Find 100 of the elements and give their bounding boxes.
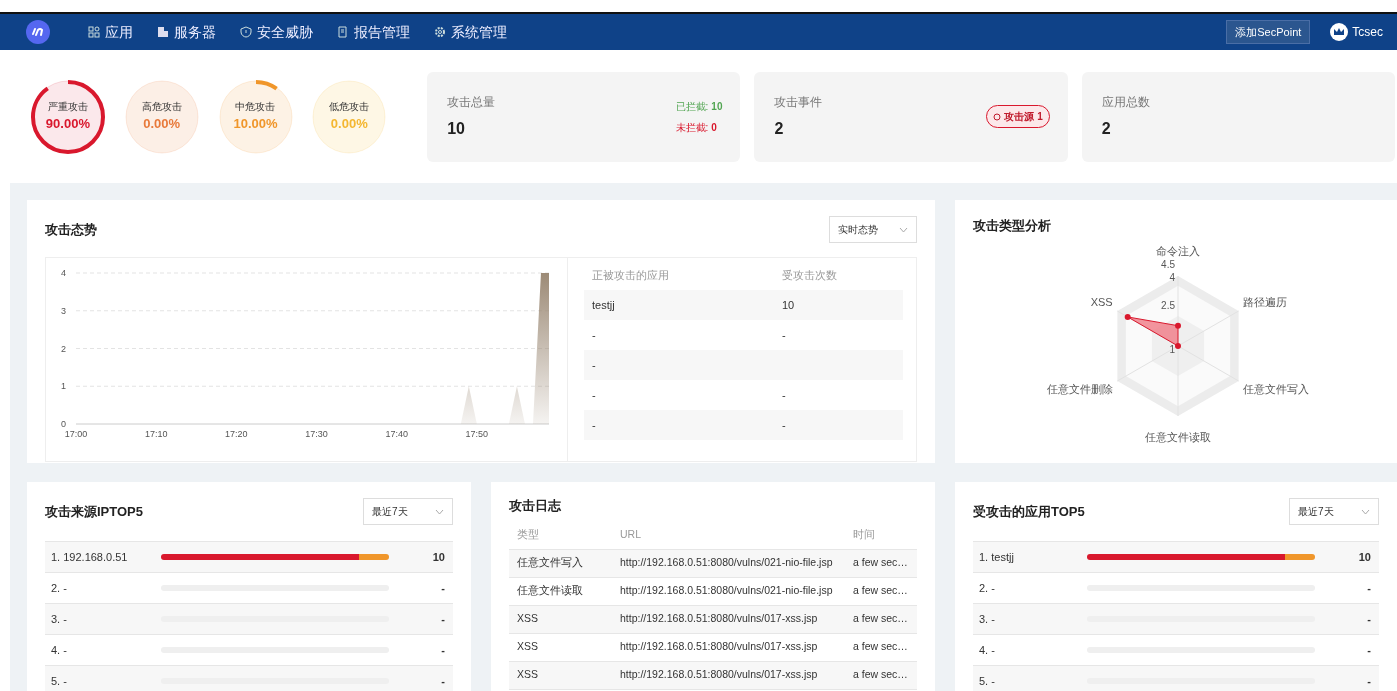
table-cell-text: - (591, 417, 597, 433)
chevron-down-icon (899, 226, 908, 233)
dropdown-value: 最近7天 (372, 505, 408, 519)
table-cell: XSS (509, 605, 612, 634)
severity-percent: 90.00% (45, 115, 90, 134)
count-label: 未拦截: (675, 120, 709, 135)
severity-percent: 0.00% (143, 115, 181, 134)
add-button[interactable]: 添加SecPoint (1226, 19, 1311, 45)
table-cell: a few sec… (845, 633, 917, 662)
column-header: 受攻击次数 (781, 267, 838, 283)
table-cell-text: - (781, 387, 787, 403)
rank-label: 4. - (50, 642, 67, 658)
axis-label: 路径遍历 (1243, 295, 1288, 307)
panel-title: 受攻击的应用TOP5 (973, 502, 1085, 521)
building-icon (157, 26, 169, 38)
x-tick-label: 17:40 (385, 429, 408, 439)
severity-label: 中危攻击 (235, 100, 276, 115)
table-cell-text: - (591, 387, 597, 403)
range-dropdown[interactable]: 最近7天 (1289, 498, 1379, 525)
y-tick-label: 1 (61, 381, 66, 392)
nav-link[interactable]: 服务器 (157, 21, 216, 43)
table-cell: a few sec… (845, 577, 917, 606)
panel-title: 攻击来源IPTOP5 (45, 502, 143, 521)
dropdown-value: 最近7天 (1298, 505, 1334, 519)
x-tick-label: 17:20 (225, 429, 248, 439)
x-tick-label: 17:00 (64, 429, 88, 439)
stat-title: 应用总数 (1101, 93, 1150, 111)
range-dropdown[interactable]: 最近7天 (363, 498, 453, 525)
table-cell: 任意文件写入 (509, 549, 612, 578)
table-cell-text: 10 (781, 297, 796, 313)
column-header: 正被攻击的应用 (591, 267, 670, 283)
count-value: 10 (1357, 549, 1372, 565)
panel-title: 攻击态势 (45, 220, 97, 239)
rank-label: 1. 192.168.0.51 (50, 549, 128, 565)
table-cell: a few sec… (845, 661, 917, 690)
column-header: URL (612, 521, 845, 550)
table-cell: http://192.168.0.51:8080/vulns/021-nio-file.jsp (612, 549, 845, 578)
table-cell-text: testjj (591, 297, 616, 313)
axis-label: 任意文件读取 (1145, 430, 1211, 443)
nav-link[interactable]: 系统管理 (434, 21, 507, 43)
count-label: 已拦截: (675, 99, 709, 114)
count-value: - (1366, 642, 1372, 658)
scale-label: 1 (1169, 343, 1175, 355)
rank-label: 4. - (978, 642, 995, 658)
y-tick-label: 4 (61, 268, 66, 278)
user-menu[interactable]: Tcsec (1324, 22, 1389, 42)
rank-label: 2. - (50, 580, 67, 596)
column-header: 类型 (509, 521, 612, 550)
nav-link[interactable]: 报告管理 (337, 21, 410, 43)
table-cell: XSS (509, 661, 612, 690)
table-cell: a few sec… (845, 605, 917, 634)
table-cell-text: - (781, 417, 787, 433)
table-cell-text: - (591, 327, 597, 343)
chevron-down-icon (435, 508, 444, 515)
table-cell: http://192.168.0.51:8080/vulns/021-nio-file.jsp (612, 577, 845, 606)
table-cell: http://192.168.0.51:8080/vulns/017-xss.jsp (612, 633, 845, 662)
nav-link[interactable]: 应用 (88, 21, 133, 43)
x-tick-label: 17:10 (144, 429, 168, 439)
severity-percent: 10.00% (233, 115, 278, 134)
table-cell: 任意文件读取 (509, 577, 612, 606)
chevron-down-icon (1361, 508, 1370, 515)
table-cell: http://192.168.0.51:8080/vulns/017-xss.jsp (612, 661, 845, 690)
y-tick-label: 2 (61, 343, 66, 354)
rank-label: 5. - (50, 673, 67, 689)
axis-label: 任意文件删除 (1046, 382, 1113, 394)
axis-label: 命令注入 (1156, 244, 1200, 257)
panel-title: 攻击日志 (509, 497, 561, 515)
rank-label: 1. testjj (978, 549, 1014, 565)
rank-label: 3. - (978, 611, 995, 627)
dropdown-value: 实时态势 (838, 223, 878, 237)
count-value: 10 (431, 549, 446, 565)
range-dropdown[interactable]: 实时态势 (829, 216, 917, 243)
rank-label: 3. - (50, 611, 67, 627)
nav-link[interactable]: 安全威胁 (240, 21, 313, 43)
count-value: - (1366, 673, 1372, 689)
count-value: 0 (711, 120, 717, 135)
stat-value: 2 (774, 118, 785, 139)
count-value: - (440, 580, 446, 596)
shield-icon (240, 26, 252, 38)
x-tick-label: 17:30 (305, 429, 328, 439)
rank-label: 5. - (978, 673, 995, 689)
scale-label: 2.5 (1161, 299, 1175, 311)
table-cell: http://192.168.0.51:8080/vulns/017-xss.jsp (612, 605, 845, 634)
grid-icon (88, 26, 100, 38)
document-icon (337, 26, 349, 38)
table-cell-text: - (781, 327, 787, 343)
table-cell: a few sec… (845, 549, 917, 578)
axis-label: XSS (1090, 295, 1113, 307)
stat-title: 攻击总量 (447, 93, 496, 111)
y-tick-label: 3 (61, 305, 66, 316)
stat-value: 2 (1101, 118, 1112, 139)
count-value: - (1366, 611, 1372, 627)
axis-label: 任意文件写入 (1243, 382, 1310, 394)
count-value: - (440, 642, 446, 658)
table-cell: XSS (509, 633, 612, 662)
table-cell-text: - (591, 357, 597, 373)
scale-label: 4.5 (1161, 258, 1175, 270)
panel-title: 攻击类型分析 (973, 217, 1051, 235)
severity-label: 高危攻击 (141, 100, 182, 115)
severity-percent: 0.00% (330, 115, 368, 134)
